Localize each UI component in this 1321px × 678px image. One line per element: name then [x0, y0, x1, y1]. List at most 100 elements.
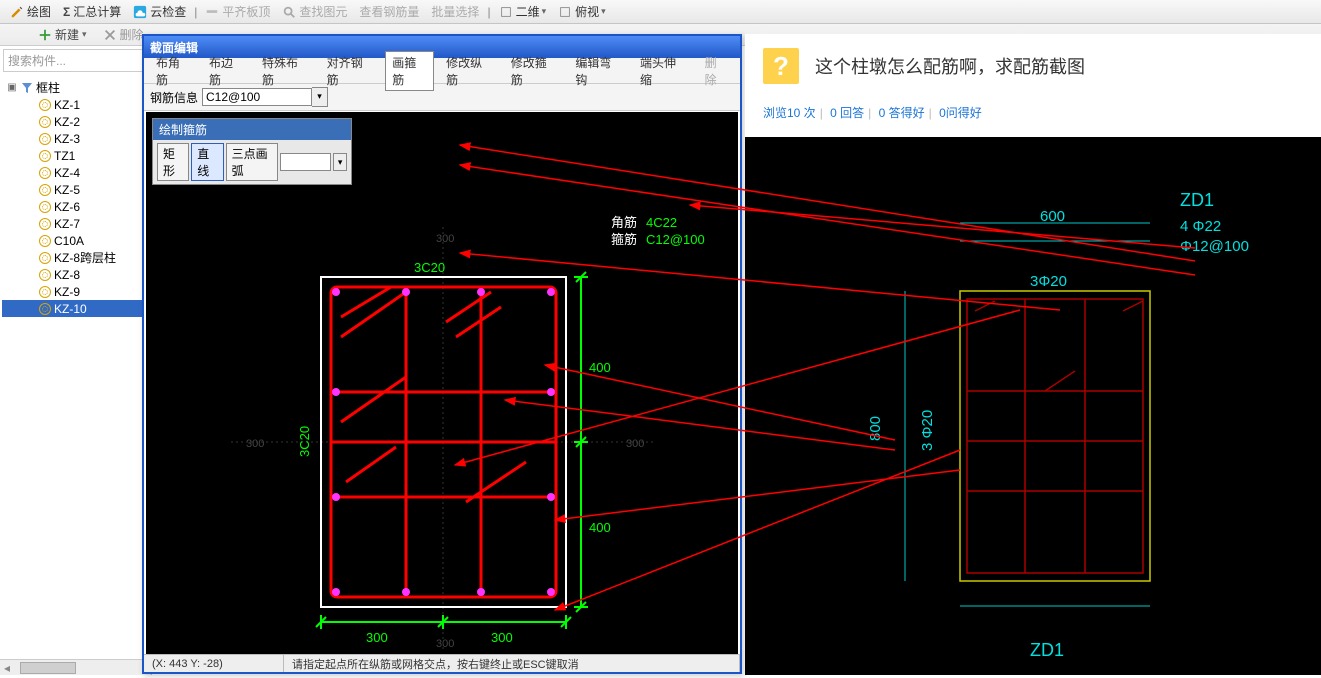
- section-canvas[interactable]: 绘制箍筋 矩形 直线 三点画弧 ▾ 300 300 300 300: [146, 112, 738, 654]
- tab-9[interactable]: 删除: [699, 52, 734, 90]
- tree-item-label: KZ-2: [54, 115, 80, 129]
- tree-item-TZ1[interactable]: TZ1: [2, 147, 149, 164]
- ref-id: ZD1: [1180, 190, 1214, 210]
- ref-stirrup: Φ12@100: [1180, 238, 1249, 255]
- new-label: 新建: [55, 26, 79, 43]
- hint-cell: 请指定起点所在纵筋或网格交点，按右键终止或ESC键取消: [284, 655, 740, 672]
- tree-item-label: TZ1: [54, 149, 75, 163]
- tab-6[interactable]: 修改箍筋: [505, 52, 564, 90]
- tree-item-label: KZ-1: [54, 98, 80, 112]
- stat-good-q[interactable]: 0问得好: [939, 106, 982, 120]
- tree-item-KZ-10[interactable]: KZ-10: [2, 300, 149, 317]
- gear-icon: [38, 201, 52, 213]
- dialog-statusbar: (X: 443 Y: -28) 请指定起点所在纵筋或网格交点，按右键终止或ESC…: [144, 654, 740, 672]
- gear-icon: [38, 116, 52, 128]
- gear-icon: [38, 133, 52, 145]
- cloud-check-label: 云检查: [150, 3, 186, 20]
- gear-icon: [38, 235, 52, 247]
- gear-icon: [38, 218, 52, 230]
- tree-item-C10A[interactable]: C10A: [2, 232, 149, 249]
- tree-item-label: KZ-5: [54, 183, 80, 197]
- tree-item-label: KZ-7: [54, 217, 80, 231]
- ref-bottom-id: ZD1: [1030, 640, 1064, 660]
- top-edge-label: 3C20: [414, 260, 445, 275]
- component-tree: ▣ 框柱 KZ-1 KZ-2 KZ-3 TZ1KZ-4 KZ-5 KZ-6 KZ-7 C10A…: [0, 75, 151, 321]
- flatten-button[interactable]: 平齐板顶: [199, 1, 276, 23]
- draw-label: 绘图: [27, 3, 51, 20]
- tree-item-KZ-9[interactable]: KZ-9: [2, 283, 149, 300]
- tab-8[interactable]: 端头伸缩: [634, 52, 693, 90]
- view-2d-dropdown[interactable]: 二维: [493, 1, 553, 23]
- stirrup-label: 箍筋: [611, 232, 637, 247]
- corner-label: 角筋: [611, 215, 637, 230]
- filter-icon: [20, 82, 34, 94]
- view-rebar-button[interactable]: 查看钢筋量: [353, 1, 425, 23]
- tree-item-label: KZ-8: [54, 268, 80, 282]
- dim-faint-top: 300: [436, 233, 454, 245]
- x-icon: [103, 28, 117, 42]
- ref-top-edge: 3Φ20: [1030, 273, 1067, 290]
- question-icon: ?: [763, 48, 799, 84]
- draw-button[interactable]: 绘图: [4, 1, 57, 23]
- gear-icon: [38, 167, 52, 179]
- cube-icon: [499, 5, 513, 19]
- tab-5[interactable]: 修改纵筋: [440, 52, 499, 90]
- tab-1[interactable]: 布边筋: [203, 52, 250, 90]
- tree-item-label: C10A: [54, 234, 84, 248]
- gear-icon: [38, 303, 52, 315]
- gear-icon: [38, 286, 52, 298]
- sum-calc-label: 汇总计算: [73, 3, 121, 20]
- tree-item-KZ-3[interactable]: KZ-3: [2, 130, 149, 147]
- stat-views: 浏览10 次: [763, 106, 816, 120]
- coord-cell: (X: 443 Y: -28): [144, 655, 284, 672]
- section-edit-dialog: 截面编辑 布角筋布边筋特殊布筋对齐钢筋画箍筋修改纵筋修改箍筋编辑弯钩端头伸缩删除…: [142, 34, 742, 674]
- question-stats: 浏览10 次| 0 回答| 0 答得好| 0问得好: [745, 96, 1321, 129]
- dim-h1: 300: [366, 630, 388, 645]
- ref-rebar: 4 Φ22: [1180, 218, 1221, 235]
- tree-item-KZ-5[interactable]: KZ-5: [2, 181, 149, 198]
- new-button[interactable]: 新建 ▾: [30, 25, 95, 45]
- tree-item-label: KZ-9: [54, 285, 80, 299]
- sum-calc-button[interactable]: Σ 汇总计算: [57, 1, 127, 23]
- tree-item-KZ-7[interactable]: KZ-7: [2, 215, 149, 232]
- stat-good-a[interactable]: 0 答得好: [879, 106, 925, 120]
- tree-item-label: KZ-8跨层柱: [54, 249, 116, 266]
- flatten-label: 平齐板顶: [222, 3, 270, 20]
- search-input[interactable]: 搜索构件...: [3, 49, 148, 72]
- tree-root[interactable]: ▣ 框柱: [2, 79, 149, 96]
- cloud-icon: [133, 5, 147, 19]
- tab-3[interactable]: 对齐钢筋: [321, 52, 380, 90]
- tree-scrollbar[interactable]: ◂: [0, 659, 151, 675]
- tree-item-KZ-8[interactable]: KZ-8: [2, 266, 149, 283]
- scrollbar-thumb[interactable]: [20, 662, 76, 674]
- tab-2[interactable]: 特殊布筋: [256, 52, 315, 90]
- rebar-info-input[interactable]: [202, 88, 312, 106]
- tab-7[interactable]: 编辑弯钩: [569, 52, 628, 90]
- dim-v2: 400: [589, 520, 611, 535]
- rebar-info-dropdown[interactable]: ▾: [312, 87, 328, 107]
- tree-item-KZ-1[interactable]: KZ-1: [2, 96, 149, 113]
- tree-item-label: KZ-10: [54, 302, 87, 316]
- tree-item-KZ-6[interactable]: KZ-6: [2, 198, 149, 215]
- tree-item-label: KZ-6: [54, 200, 80, 214]
- stat-answers[interactable]: 0 回答: [830, 106, 864, 120]
- view-2d-label: 二维: [516, 3, 540, 20]
- tree-item-label: KZ-3: [54, 132, 80, 146]
- topview-dropdown[interactable]: 俯视: [552, 1, 612, 23]
- tree-item-KZ-4[interactable]: KZ-4: [2, 164, 149, 181]
- question-panel: ? 这个柱墩怎么配筋啊，求配筋截图 浏览10 次| 0 回答| 0 答得好| 0…: [745, 34, 1321, 675]
- batch-select-button[interactable]: 批量选择: [425, 1, 485, 23]
- collapse-icon[interactable]: ▣: [6, 82, 18, 93]
- tab-4[interactable]: 画箍筋: [385, 51, 434, 91]
- component-tree-panel: 搜索构件... ▣ 框柱 KZ-1 KZ-2 KZ-3 TZ1KZ-4 KZ-5 KZ-6…: [0, 46, 152, 675]
- find-prim-button[interactable]: 查找图元: [276, 1, 353, 23]
- find-prim-label: 查找图元: [299, 3, 347, 20]
- question-title: 这个柱墩怎么配筋啊，求配筋截图: [815, 53, 1085, 79]
- section-drawing: 300 300 300 300: [146, 112, 742, 656]
- dim-faint-left: 300: [246, 438, 264, 450]
- left-edge-label: 3C20: [297, 426, 312, 457]
- cloud-check-button[interactable]: 云检查: [127, 1, 192, 23]
- tree-item-KZ-2[interactable]: KZ-2: [2, 113, 149, 130]
- tab-0[interactable]: 布角筋: [150, 52, 197, 90]
- tree-item-KZ-8跨层柱[interactable]: KZ-8跨层柱: [2, 249, 149, 266]
